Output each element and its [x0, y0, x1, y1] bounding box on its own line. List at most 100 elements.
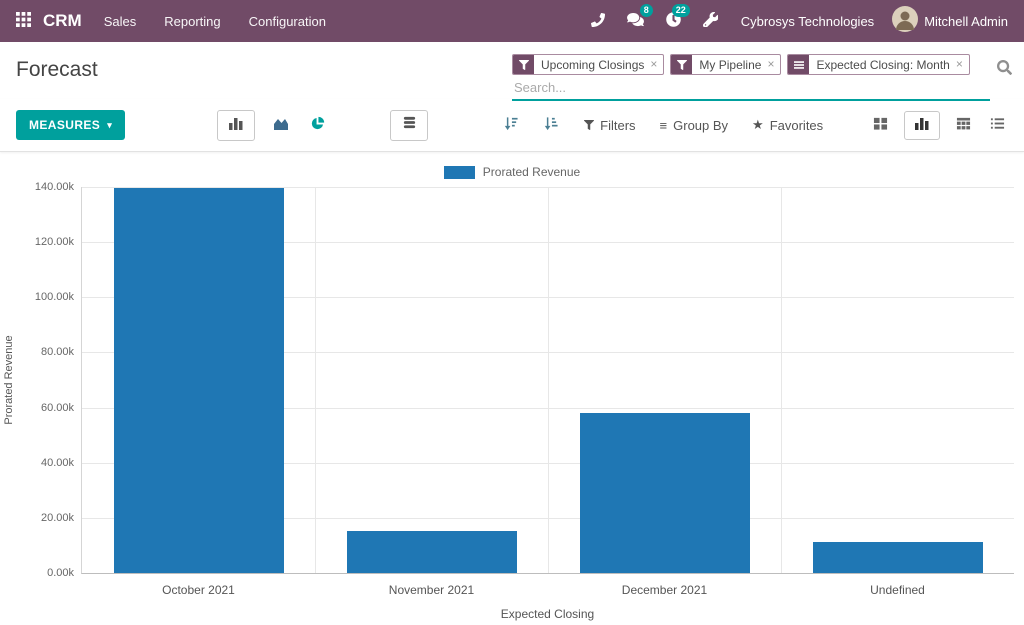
- facet-remove-button[interactable]: ×: [955, 54, 969, 75]
- measures-button[interactable]: MEASURES ▾: [16, 110, 125, 140]
- filter-icon: [671, 54, 692, 75]
- y-axis-title: Prorated Revenue: [3, 315, 17, 445]
- control-panel: Forecast Upcoming Closings × My Pipeline…: [0, 42, 1024, 99]
- graph-view-button[interactable]: [904, 111, 940, 140]
- pie-chart-button[interactable]: [307, 113, 328, 137]
- group-by-label: Group By: [673, 118, 728, 133]
- kanban-grid-icon: [873, 116, 888, 134]
- x-axis-category-label: November 2021: [315, 583, 548, 597]
- search-box: Upcoming Closings × My Pipeline × Expect…: [512, 54, 990, 101]
- search-options-group: Filters ≡ Group By ★ Favorites: [584, 117, 823, 133]
- y-axis-tick-label: 0.00k: [24, 566, 74, 580]
- caret-down-icon: ▾: [107, 120, 112, 131]
- filters-button[interactable]: Filters: [584, 118, 635, 133]
- group-by-icon: [788, 54, 809, 75]
- facet-label: My Pipeline: [692, 58, 766, 72]
- facet-my-pipeline: My Pipeline ×: [670, 54, 781, 75]
- facet-remove-button[interactable]: ×: [766, 54, 780, 75]
- sort-ascending-button[interactable]: [540, 113, 562, 137]
- menu-item-sales[interactable]: Sales: [90, 2, 151, 41]
- top-navbar: CRM Sales Reporting Configuration 8: [0, 0, 1024, 42]
- stacked-bars-icon: [402, 115, 417, 135]
- crm-forecast-screen: CRM Sales Reporting Configuration 8: [0, 0, 1024, 625]
- app-name[interactable]: CRM: [43, 11, 82, 31]
- user-menu[interactable]: Mitchell Admin: [892, 6, 1010, 37]
- bar-undefined[interactable]: [813, 542, 983, 573]
- list-icon: [990, 116, 1005, 134]
- main-menu: Sales Reporting Configuration: [90, 2, 340, 41]
- filters-label: Filters: [600, 118, 635, 133]
- stacked-toggle-button[interactable]: [390, 110, 428, 141]
- star-icon: ★: [752, 117, 764, 133]
- magnifier-icon: [997, 63, 1012, 78]
- search-magnifier-button[interactable]: [995, 58, 1014, 80]
- search-input-underline: [512, 77, 990, 101]
- legend-label: Prorated Revenue: [483, 165, 580, 179]
- search-input[interactable]: [512, 77, 990, 99]
- list-view-button[interactable]: [987, 113, 1008, 137]
- x-axis-category-label: October 2021: [82, 583, 315, 597]
- bar-chart-button[interactable]: [217, 110, 255, 141]
- area-chart-icon: [273, 116, 289, 134]
- messages-badge: 8: [640, 4, 653, 17]
- apps-grid-icon: [16, 12, 31, 30]
- chart-legend[interactable]: Prorated Revenue: [0, 165, 1024, 179]
- sort-ascending-icon: [543, 116, 559, 134]
- y-axis-tick-label: 80.00k: [24, 345, 74, 359]
- facet-label: Upcoming Closings: [534, 58, 649, 72]
- group-by-button[interactable]: ≡ Group By: [660, 118, 729, 133]
- gridline-vertical: [781, 187, 782, 573]
- y-axis-tick-label: 140.00k: [24, 180, 74, 194]
- voip-phone-button[interactable]: [582, 7, 614, 36]
- bar-chart-icon: [228, 115, 244, 135]
- facet-remove-button[interactable]: ×: [649, 54, 663, 75]
- activities-button[interactable]: 22: [657, 6, 690, 36]
- facet-expected-closing-month: Expected Closing: Month ×: [787, 54, 969, 75]
- gridline-vertical: [548, 187, 549, 573]
- favorites-label: Favorites: [770, 118, 823, 133]
- x-axis-title: Expected Closing: [81, 607, 1014, 621]
- y-axis-tick-label: 100.00k: [24, 290, 74, 304]
- graph-view: Prorated Revenue Prorated Revenue 0.00k2…: [0, 152, 1024, 625]
- avatar: [892, 6, 918, 37]
- search-facets: Upcoming Closings × My Pipeline × Expect…: [512, 54, 990, 75]
- graph-toolbar: MEASURES ▾: [0, 99, 1024, 152]
- kanban-view-button[interactable]: [870, 113, 891, 137]
- messages-button[interactable]: 8: [618, 6, 653, 36]
- x-axis-category-label: December 2021: [548, 583, 781, 597]
- menu-item-configuration[interactable]: Configuration: [235, 2, 340, 41]
- systray: 8 22 Cybrosys Technologies Mitchell Admi…: [582, 6, 1010, 37]
- menu-item-reporting[interactable]: Reporting: [150, 2, 234, 41]
- bar-november-2021[interactable]: [347, 531, 517, 573]
- filter-funnel-icon: [584, 118, 594, 133]
- apps-menu-button[interactable]: [10, 6, 37, 36]
- support-tools-button[interactable]: [694, 6, 727, 36]
- bar-december-2021[interactable]: [580, 413, 750, 573]
- y-axis-tick-label: 120.00k: [24, 235, 74, 249]
- sort-descending-button[interactable]: [500, 113, 522, 137]
- facet-label: Expected Closing: Month: [809, 58, 954, 72]
- area-chart-button[interactable]: [270, 113, 292, 137]
- favorites-button[interactable]: ★ Favorites: [752, 117, 823, 133]
- group-by-bars-icon: ≡: [660, 118, 668, 133]
- sort-descending-icon: [503, 116, 519, 134]
- graph-view-icon: [914, 115, 930, 135]
- y-axis-tick-label: 40.00k: [24, 456, 74, 470]
- legend-swatch: [444, 166, 475, 179]
- pivot-view-button[interactable]: [953, 113, 974, 137]
- sort-group: [500, 113, 562, 137]
- user-name: Mitchell Admin: [924, 14, 1008, 29]
- phone-icon: [591, 13, 605, 30]
- gridline-vertical: [315, 187, 316, 573]
- filter-icon: [513, 54, 534, 75]
- view-switcher: [870, 111, 1008, 140]
- chart-type-group: [217, 110, 328, 141]
- plot-area: 0.00k20.00k40.00k60.00k80.00k100.00k120.…: [81, 187, 1014, 574]
- x-axis-category-label: Undefined: [781, 583, 1014, 597]
- y-axis-tick-label: 60.00k: [24, 401, 74, 415]
- wrench-icon: [703, 12, 718, 30]
- stacked-toggle-group: [390, 110, 428, 141]
- bar-october-2021[interactable]: [114, 188, 284, 573]
- company-switcher[interactable]: Cybrosys Technologies: [731, 14, 888, 29]
- pivot-table-icon: [956, 116, 971, 134]
